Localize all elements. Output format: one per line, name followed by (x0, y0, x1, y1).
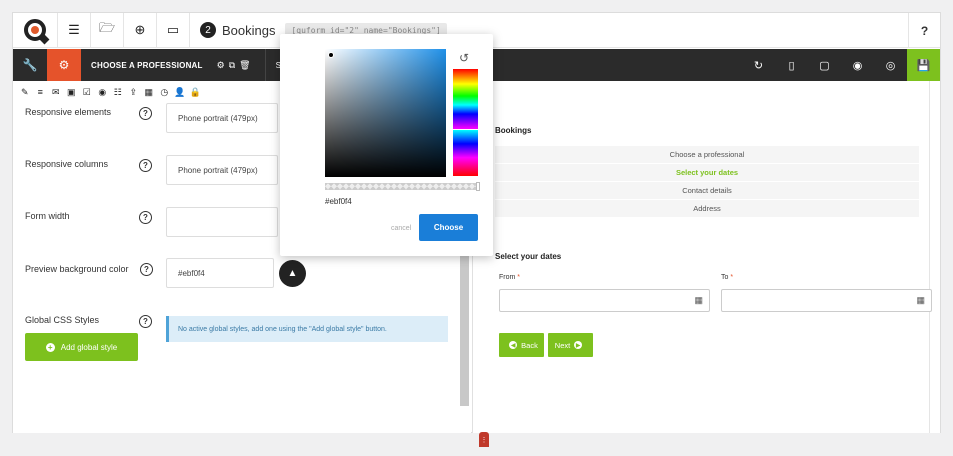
trash-icon[interactable]: 🗑 (239, 60, 250, 71)
color-picker-popup: ↺ #ebf0f4 cancel Choose (280, 34, 493, 256)
hex-value[interactable]: #ebf0f4 (325, 197, 352, 206)
form-id-badge: 2 (200, 22, 216, 38)
add-global-style-button[interactable]: + Add global style (25, 333, 138, 361)
global-css-label: Global CSS Styles (25, 315, 100, 325)
global-css-info: No active global styles, add one using t… (166, 316, 448, 342)
next-button[interactable]: Next ▶ (548, 333, 593, 357)
eye-slash-icon[interactable]: ◉ (841, 49, 874, 81)
help-circle-icon[interactable]: ? (140, 263, 153, 276)
eye-icon[interactable]: ◎ (874, 49, 907, 81)
plus-icon: + (45, 342, 55, 352)
help-circle-icon[interactable]: ? (139, 315, 152, 328)
select-box-icon[interactable]: ▣ (64, 87, 80, 98)
text-align-icon[interactable]: ≡ (33, 87, 49, 97)
to-date-input[interactable]: ▦ (721, 289, 932, 312)
step-settings-icon[interactable]: ⚙ (217, 60, 225, 71)
checkbox-icon[interactable]: ☑ (79, 87, 95, 98)
list-icon[interactable]: ☷ (110, 87, 126, 98)
preview-screen-icon[interactable]: ▭ (157, 12, 190, 48)
resize-handle[interactable]: ⋮ (479, 432, 489, 447)
reset-icon[interactable]: ↺ (459, 51, 469, 65)
saturation-area[interactable] (325, 49, 446, 177)
menu-icon[interactable]: ☰ (58, 12, 91, 48)
hue-slider-lower[interactable] (453, 130, 478, 176)
form-preview: Bookings Choose a professional Select yo… (472, 81, 940, 433)
back-label: Back (521, 340, 538, 350)
back-button[interactable]: ◀ Back (499, 333, 544, 357)
alpha-slider[interactable] (325, 182, 480, 191)
choose-button[interactable]: Choose (419, 214, 478, 241)
preview-step-item-active[interactable]: Select your dates (495, 164, 919, 182)
responsive-elements-select[interactable]: Phone portrait (479px) (166, 103, 278, 133)
calendar-icon[interactable]: ▦ (141, 87, 157, 98)
hue-slider[interactable] (453, 69, 478, 129)
responsive-columns-select[interactable]: Phone portrait (479px) (166, 155, 278, 185)
form-width-input[interactable] (166, 207, 278, 237)
add-circle-icon[interactable]: ⊕ (124, 12, 157, 48)
save-icon[interactable]: 💾 (907, 49, 940, 81)
calendar-icon[interactable]: ▦ (694, 295, 703, 306)
next-label: Next (554, 340, 571, 350)
preview-bg-input[interactable]: #ebf0f4 (166, 258, 274, 288)
paint-bucket-icon: ▲ (287, 268, 298, 279)
preview-bg-label: Preview background color (25, 264, 129, 274)
app-logo[interactable] (13, 12, 58, 48)
arrow-left-icon: ◀ (509, 341, 518, 349)
help-circle-icon[interactable]: ? (139, 159, 152, 172)
user-icon[interactable]: 👤 (172, 87, 188, 98)
preview-step-item[interactable]: Choose a professional (495, 146, 919, 164)
preview-scrollbar[interactable] (929, 81, 930, 433)
radio-icon[interactable]: ◉ (95, 87, 111, 98)
tablet-icon[interactable]: ▢ (808, 49, 841, 81)
from-date-input[interactable]: ▦ (499, 289, 710, 312)
gear-icon[interactable]: ⚙ (47, 49, 81, 81)
help-button[interactable]: ? (908, 13, 940, 48)
preview-step-item[interactable]: Address (495, 200, 919, 218)
form-name: Bookings (222, 22, 276, 38)
folder-open-icon[interactable]: 🗁 (91, 12, 124, 48)
arrow-right-icon: ▶ (574, 341, 583, 349)
color-picker-toggle[interactable]: ▲ (279, 260, 306, 287)
help-circle-icon[interactable]: ? (139, 211, 152, 224)
alpha-handle[interactable] (476, 182, 480, 191)
preview-form-title: Bookings (495, 126, 532, 135)
preview-step-item[interactable]: Contact details (495, 182, 919, 200)
upload-icon[interactable]: ⇪ (126, 87, 142, 98)
form-width-label: Form width (25, 211, 70, 221)
preview-section-title: Select your dates (495, 252, 562, 261)
wrench-icon[interactable]: 🔧 (13, 49, 47, 81)
saturation-handle[interactable] (328, 52, 334, 58)
help-circle-icon[interactable]: ? (139, 107, 152, 120)
from-label: From * (499, 274, 521, 281)
lock-icon[interactable]: 🔒 (188, 87, 204, 98)
refresh-icon[interactable]: ↻ (742, 49, 775, 81)
responsive-columns-label: Responsive columns (25, 159, 109, 169)
preview-steps-list: Choose a professional Select your dates … (495, 146, 919, 218)
logo-icon (24, 19, 46, 41)
cancel-link[interactable]: cancel (391, 225, 411, 232)
add-global-style-label: Add global style (60, 342, 118, 352)
calendar-icon[interactable]: ▦ (916, 295, 925, 306)
clock-icon[interactable]: ◷ (157, 87, 173, 98)
duplicate-icon[interactable]: ⧉ (229, 60, 235, 71)
phone-icon[interactable]: ▯ (775, 49, 808, 81)
responsive-elements-label: Responsive elements (25, 107, 112, 117)
pencil-icon[interactable]: ✎ (17, 87, 33, 98)
to-label: To * (721, 274, 734, 281)
current-step-title[interactable]: CHOOSE A PROFESSIONAL (81, 61, 213, 70)
envelope-icon[interactable]: ✉ (48, 87, 64, 98)
